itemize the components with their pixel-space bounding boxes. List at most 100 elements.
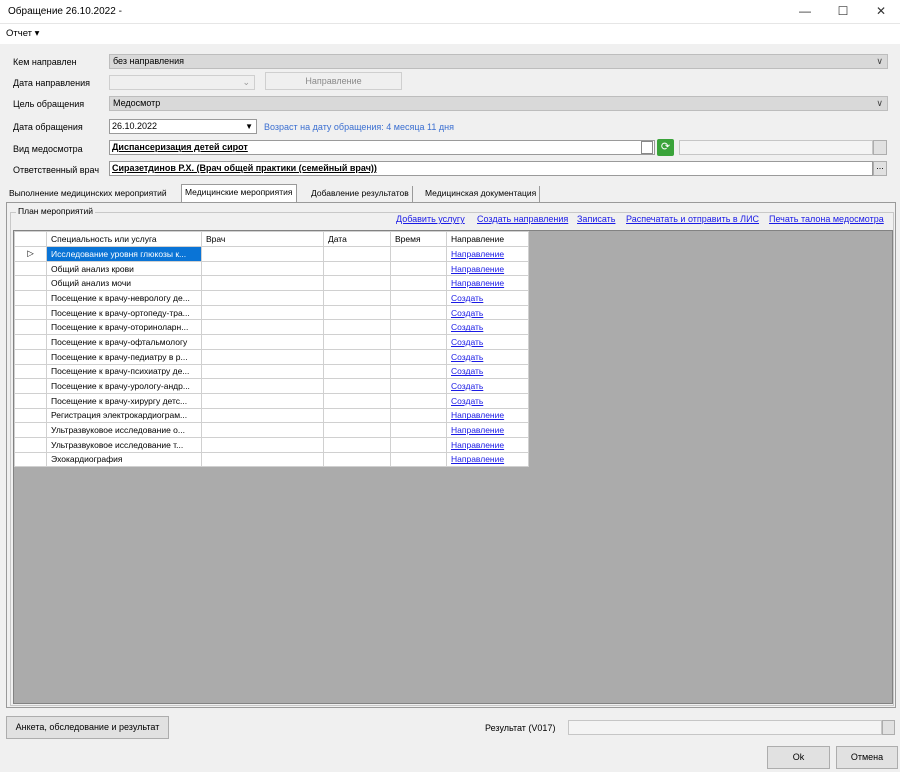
referral-cell[interactable]: Создать (446, 378, 529, 394)
row-header-cell[interactable] (14, 407, 47, 424)
table-row[interactable]: Общий анализ крови Направление (14, 260, 529, 277)
table-row[interactable]: Посещение к врачу-офтальмологу Создать (14, 334, 529, 350)
time-cell[interactable] (390, 378, 447, 394)
col-header-referral[interactable]: Направление (446, 231, 529, 247)
referral-cell[interactable]: Направление (446, 275, 529, 292)
referral-cell[interactable]: Создать (446, 392, 529, 409)
service-cell[interactable]: Посещение к врачу-ортопеду-тра... (46, 304, 202, 321)
service-cell[interactable]: Ультразвуковое исследование т... (46, 436, 202, 453)
date-cell[interactable] (323, 378, 391, 394)
time-cell[interactable] (390, 392, 447, 409)
row-header-cell[interactable] (14, 260, 47, 277)
service-cell[interactable]: Регистрация электрокардиограм... (46, 407, 202, 424)
time-cell[interactable] (390, 436, 447, 453)
print-ticket-link[interactable]: Печать талона медосмотра (769, 214, 884, 224)
table-row[interactable]: Ультразвуковое исследование т... Направле… (14, 436, 529, 453)
referral-link[interactable]: Направление (451, 425, 504, 435)
service-cell[interactable]: Посещение к врачу-офтальмологу (46, 334, 202, 350)
table-row[interactable]: Посещение к врачу-психиатру де... Создать (14, 363, 529, 380)
time-cell[interactable] (390, 304, 447, 321)
referral-link[interactable]: Направление (451, 410, 504, 420)
row-header-cell[interactable] (14, 363, 47, 380)
row-header-cell[interactable] (14, 334, 47, 350)
row-header-cell[interactable] (14, 378, 47, 394)
doctor-cell[interactable] (201, 422, 324, 438)
referral-link[interactable]: Направление (451, 278, 504, 288)
doctor-cell[interactable] (201, 407, 324, 424)
doctor-cell[interactable] (201, 451, 324, 468)
service-cell[interactable]: Посещение к врачу-урологу-андр... (46, 378, 202, 394)
date-cell[interactable] (323, 363, 391, 380)
table-row[interactable]: Регистрация электрокардиограм... Направле… (14, 407, 529, 424)
date-cell[interactable] (323, 304, 391, 321)
referral-cell[interactable]: Создать (446, 290, 529, 306)
doctor-browse-button[interactable]: ... (873, 161, 887, 176)
time-cell[interactable] (390, 422, 447, 438)
exam-extra-button[interactable] (873, 140, 887, 155)
table-row[interactable]: Эхокардиография Направление (14, 451, 529, 468)
exam-type-field[interactable]: Диспансеризация детей сирот (109, 140, 655, 155)
table-row[interactable]: Посещение к врачу-педиатру в р... Создать (14, 348, 529, 365)
date-cell[interactable] (323, 260, 391, 277)
doctor-cell[interactable] (201, 260, 324, 277)
date-cell[interactable] (323, 246, 391, 262)
doctor-cell[interactable] (201, 290, 324, 306)
table-row[interactable]: Посещение к врачу-урологу-андр... Создать (14, 378, 529, 394)
date-cell[interactable] (323, 436, 391, 453)
time-cell[interactable] (390, 407, 447, 424)
table-row[interactable]: Посещение к врачу-оториноларн... Создать (14, 319, 529, 336)
referral-cell[interactable]: Направление (446, 422, 529, 438)
tab-medical-events[interactable]: Медицинские мероприятия (181, 184, 297, 202)
survey-button[interactable]: Анкета, обследование и результат (6, 716, 169, 739)
referral-link[interactable]: Создать (451, 308, 483, 318)
tab-execution[interactable]: Выполнение медицинских мероприятий (6, 186, 170, 202)
referral-link[interactable]: Направление (451, 440, 504, 450)
date-cell[interactable] (323, 392, 391, 409)
row-header-cell[interactable] (14, 290, 47, 306)
referral-link[interactable]: Создать (451, 396, 483, 406)
date-cell[interactable] (323, 451, 391, 468)
col-header-service[interactable]: Специальность или услуга (46, 231, 202, 247)
row-header-cell[interactable] (14, 451, 47, 468)
service-cell[interactable]: Ультразвуковое исследование о... (46, 422, 202, 438)
service-cell[interactable]: Общий анализ крови (46, 260, 202, 277)
service-cell[interactable]: Эхокардиография (46, 451, 202, 468)
service-cell[interactable]: Посещение к врачу-хирургу детс... (46, 392, 202, 409)
minimize-button[interactable]: — (786, 0, 824, 24)
doctor-cell[interactable] (201, 304, 324, 321)
row-header-cell[interactable] (14, 422, 47, 438)
doctor-cell[interactable] (201, 246, 324, 262)
time-cell[interactable] (390, 451, 447, 468)
referral-cell[interactable]: Создать (446, 334, 529, 350)
referral-link[interactable]: Создать (451, 366, 483, 376)
time-cell[interactable] (390, 246, 447, 262)
date-cell[interactable] (323, 290, 391, 306)
doctor-cell[interactable] (201, 436, 324, 453)
referral-link[interactable]: Создать (451, 337, 483, 347)
service-cell[interactable]: Общий анализ мочи (46, 275, 202, 292)
visit-date-picker[interactable]: 26.10.2022 ▼ (109, 119, 257, 134)
table-row[interactable]: Посещение к врачу-неврологу де... Создать (14, 290, 529, 306)
time-cell[interactable] (390, 275, 447, 292)
referral-link[interactable]: Направление (451, 264, 504, 274)
referral-link[interactable]: Направление (451, 249, 504, 259)
time-cell[interactable] (390, 363, 447, 380)
table-row[interactable]: Общий анализ мочи Направление (14, 275, 529, 292)
row-header-cell[interactable] (14, 436, 47, 453)
referral-link[interactable]: Создать (451, 381, 483, 391)
table-row[interactable]: Ультразвуковое исследование о... Направле… (14, 422, 529, 438)
time-cell[interactable] (390, 334, 447, 350)
menu-report[interactable]: Отчет ▾ (6, 28, 39, 39)
referred-by-select[interactable]: без направления ∨ (109, 54, 888, 69)
service-cell[interactable]: Исследование уровня глюкозы к... (46, 246, 202, 262)
doctor-cell[interactable] (201, 363, 324, 380)
time-cell[interactable] (390, 319, 447, 336)
service-cell[interactable]: Посещение к врачу-неврологу де... (46, 290, 202, 306)
date-cell[interactable] (323, 348, 391, 365)
table-row[interactable]: ▷ Исследование уровня глюкозы к... Направл… (14, 246, 529, 262)
referral-button[interactable]: Направление (265, 72, 402, 90)
add-service-link[interactable]: Добавить услугу (396, 214, 465, 224)
purpose-select[interactable]: Медосмотр ∨ (109, 96, 888, 111)
referral-link[interactable]: Создать (451, 293, 483, 303)
col-header-date[interactable]: Дата (323, 231, 391, 247)
